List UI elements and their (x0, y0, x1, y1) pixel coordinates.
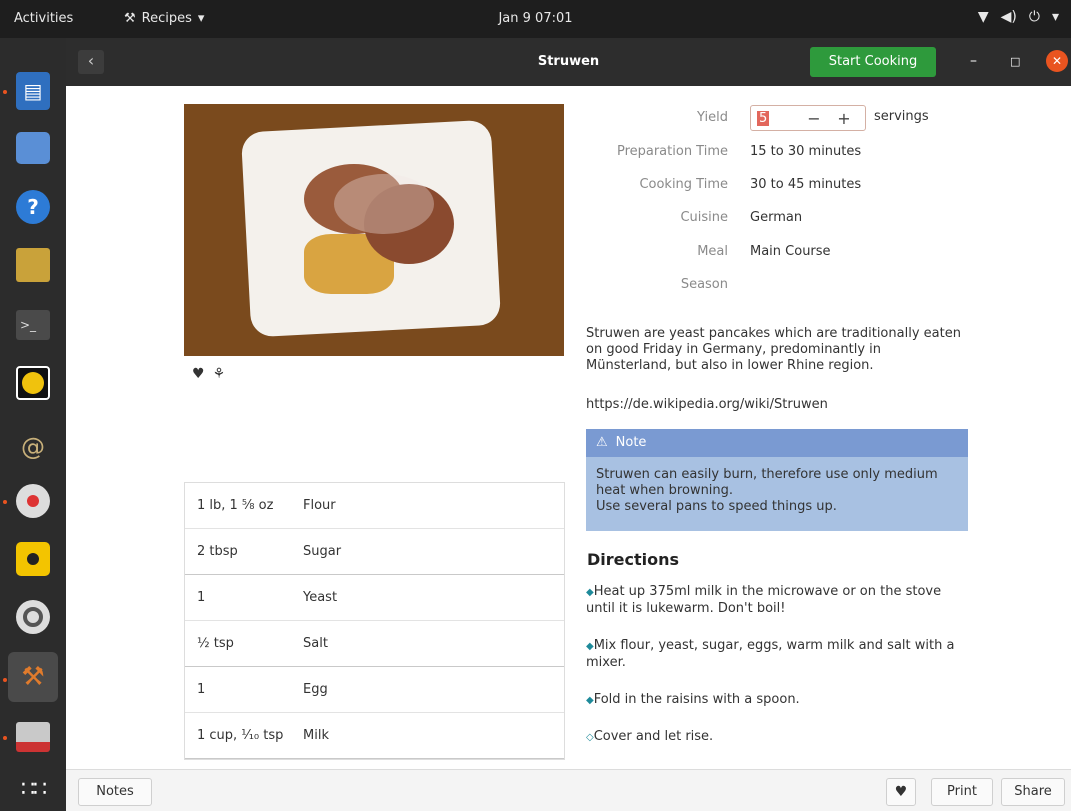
heart-icon[interactable]: ♥ (886, 778, 916, 806)
cuisine-value: German (750, 210, 803, 225)
cuisine-label: Cuisine (680, 210, 728, 225)
text-editor-icon[interactable]: ▤ (16, 72, 50, 110)
recipe-description: Struwen are yeast pancakes which are tra… (586, 326, 961, 373)
yield-value: 5 (757, 110, 770, 126)
ingredient-row: ½ tsp Salt (185, 621, 564, 667)
season-label: Season (680, 277, 728, 292)
volume-icon: ◀) (1000, 9, 1017, 25)
print-button[interactable]: Print (931, 778, 993, 806)
ingredient-quantity: 1 (197, 682, 206, 697)
running-indicator (3, 500, 7, 504)
step-bullet-icon: ◇ (586, 732, 594, 743)
recipes-dock-icon[interactable]: ⚒ (8, 652, 58, 702)
note-header: ⚠ Note (586, 429, 968, 457)
prep-time-value: 15 to 30 minutes (750, 144, 862, 159)
start-cooking-button[interactable]: Start Cooking (810, 47, 936, 77)
direction-step: ◆Heat up 375ml milk in the microwave or … (586, 584, 942, 616)
wifi-icon: ▼ (977, 9, 989, 25)
music-player-icon[interactable] (16, 542, 50, 576)
power-icon: ⏻ (1028, 9, 1040, 25)
notes-button[interactable]: Notes (78, 778, 152, 806)
cooking-time-value: 30 to 45 minutes (750, 177, 862, 192)
pacman-icon[interactable] (16, 366, 50, 400)
software-center-icon[interactable] (16, 132, 50, 164)
ingredient-quantity: 1 (197, 590, 206, 605)
ingredients-list: 1 lb, 1 ⅝ oz Flour 2 tbsp Sugar 1 Yeast ½ t… (184, 482, 565, 760)
recipe-photo (184, 104, 564, 356)
ingredient-name: Milk (303, 728, 329, 743)
recipe-content[interactable]: ♥ ⚘ Yield 5 − + servings Preparation Tim… (66, 86, 1071, 769)
game-icon[interactable] (16, 248, 50, 282)
clock[interactable]: Jan 9 07:01 (0, 11, 1071, 26)
meal-label: Meal (697, 244, 728, 259)
header-bar: ‹ Struwen Start Cooking – □ ✕ (66, 38, 1071, 86)
note-title: Note (615, 435, 647, 450)
step-bullet-icon: ◆ (586, 695, 594, 706)
note-text: Struwen can easily burn, therefore use o… (596, 467, 938, 514)
ingredient-name: Egg (303, 682, 328, 697)
source-link[interactable]: https://de.wikipedia.org/wiki/Struwen (586, 397, 828, 412)
chevron-down-icon: ▾ (1051, 9, 1059, 25)
ingredient-name: Salt (303, 636, 328, 651)
help-icon[interactable]: ? (16, 190, 50, 224)
direction-step: ◆Fold in the raisins with a spoon. (586, 692, 800, 707)
ingredient-row: 1 Egg (185, 667, 564, 713)
ingredient-name: Yeast (303, 590, 338, 605)
servings-label: servings (874, 109, 929, 124)
yield-input[interactable]: 5 (751, 110, 799, 126)
action-bar: Notes ♥ Print Share (66, 769, 1071, 811)
show-applications-icon[interactable]: ∷∷ (16, 766, 50, 811)
maximize-button[interactable]: □ (1010, 55, 1020, 68)
share-button[interactable]: Share (1001, 778, 1065, 806)
system-tray[interactable]: ▼ ◀) ⏻ ▾ (978, 9, 1059, 25)
ingredient-quantity: 1 lb, 1 ⅝ oz (197, 498, 274, 513)
direction-step: ◆Mix flour, yeast, sugar, eggs, warm mil… (586, 638, 955, 670)
recipe-window: ‹ Struwen Start Cooking – □ ✕ ♥ ⚘ Yield … (66, 38, 1071, 811)
wheat-icon: ⚘ (212, 366, 226, 382)
snail-icon[interactable]: @ (16, 424, 50, 470)
ingredient-row: 1 cup, ⅟₁₀ tsp Milk (185, 713, 564, 759)
running-indicator (3, 678, 7, 682)
ingredient-name: Flour (303, 498, 336, 513)
directions-heading: Directions (587, 550, 680, 569)
step-bullet-icon: ◆ (586, 641, 594, 652)
warning-icon: ⚠ (596, 435, 608, 450)
yield-stepper[interactable]: 5 − + (750, 105, 866, 131)
running-indicator (3, 736, 7, 740)
cooking-time-label: Cooking Time (639, 177, 728, 192)
ingredient-row: 1 lb, 1 ⅝ oz Flour (185, 483, 564, 529)
disc-burner-icon[interactable] (16, 484, 50, 518)
ingredient-name: Sugar (303, 544, 342, 559)
dock: ▤ ? >_ @ ⚒ ∷∷ (0, 38, 66, 811)
top-panel: Activities ⚒ Recipes ▾ Jan 9 07:01 ▼ ◀) … (0, 0, 1071, 38)
ingredient-quantity: 2 tbsp (197, 544, 238, 559)
diet-icons: ♥ ⚘ (192, 366, 225, 382)
direction-step: ◇Cover and let rise. (586, 729, 714, 744)
note-box: ⚠ Note Struwen can easily burn, therefor… (586, 429, 968, 531)
vegetarian-icon: ♥ (192, 366, 205, 382)
ingredient-quantity: ½ tsp (197, 636, 234, 651)
yield-increase-button[interactable]: + (829, 109, 859, 128)
ingredient-quantity: 1 cup, ⅟₁₀ tsp (197, 728, 284, 743)
terminal-icon[interactable]: >_ (16, 310, 50, 340)
close-button[interactable]: ✕ (1046, 50, 1068, 72)
food-shape (334, 174, 434, 234)
prep-time-label: Preparation Time (616, 144, 728, 159)
step-bullet-icon: ◆ (586, 587, 594, 598)
meal-value: Main Course (750, 244, 831, 259)
yield-decrease-button[interactable]: − (799, 109, 829, 128)
minimize-button[interactable]: – (970, 53, 977, 69)
settings-icon[interactable] (16, 600, 50, 634)
running-indicator (3, 90, 7, 94)
ingredient-row: 1 Yeast (185, 575, 564, 621)
ingredient-row: 2 tbsp Sugar (185, 529, 564, 575)
app-icon[interactable] (16, 722, 50, 752)
yield-label: Yield (697, 110, 728, 125)
